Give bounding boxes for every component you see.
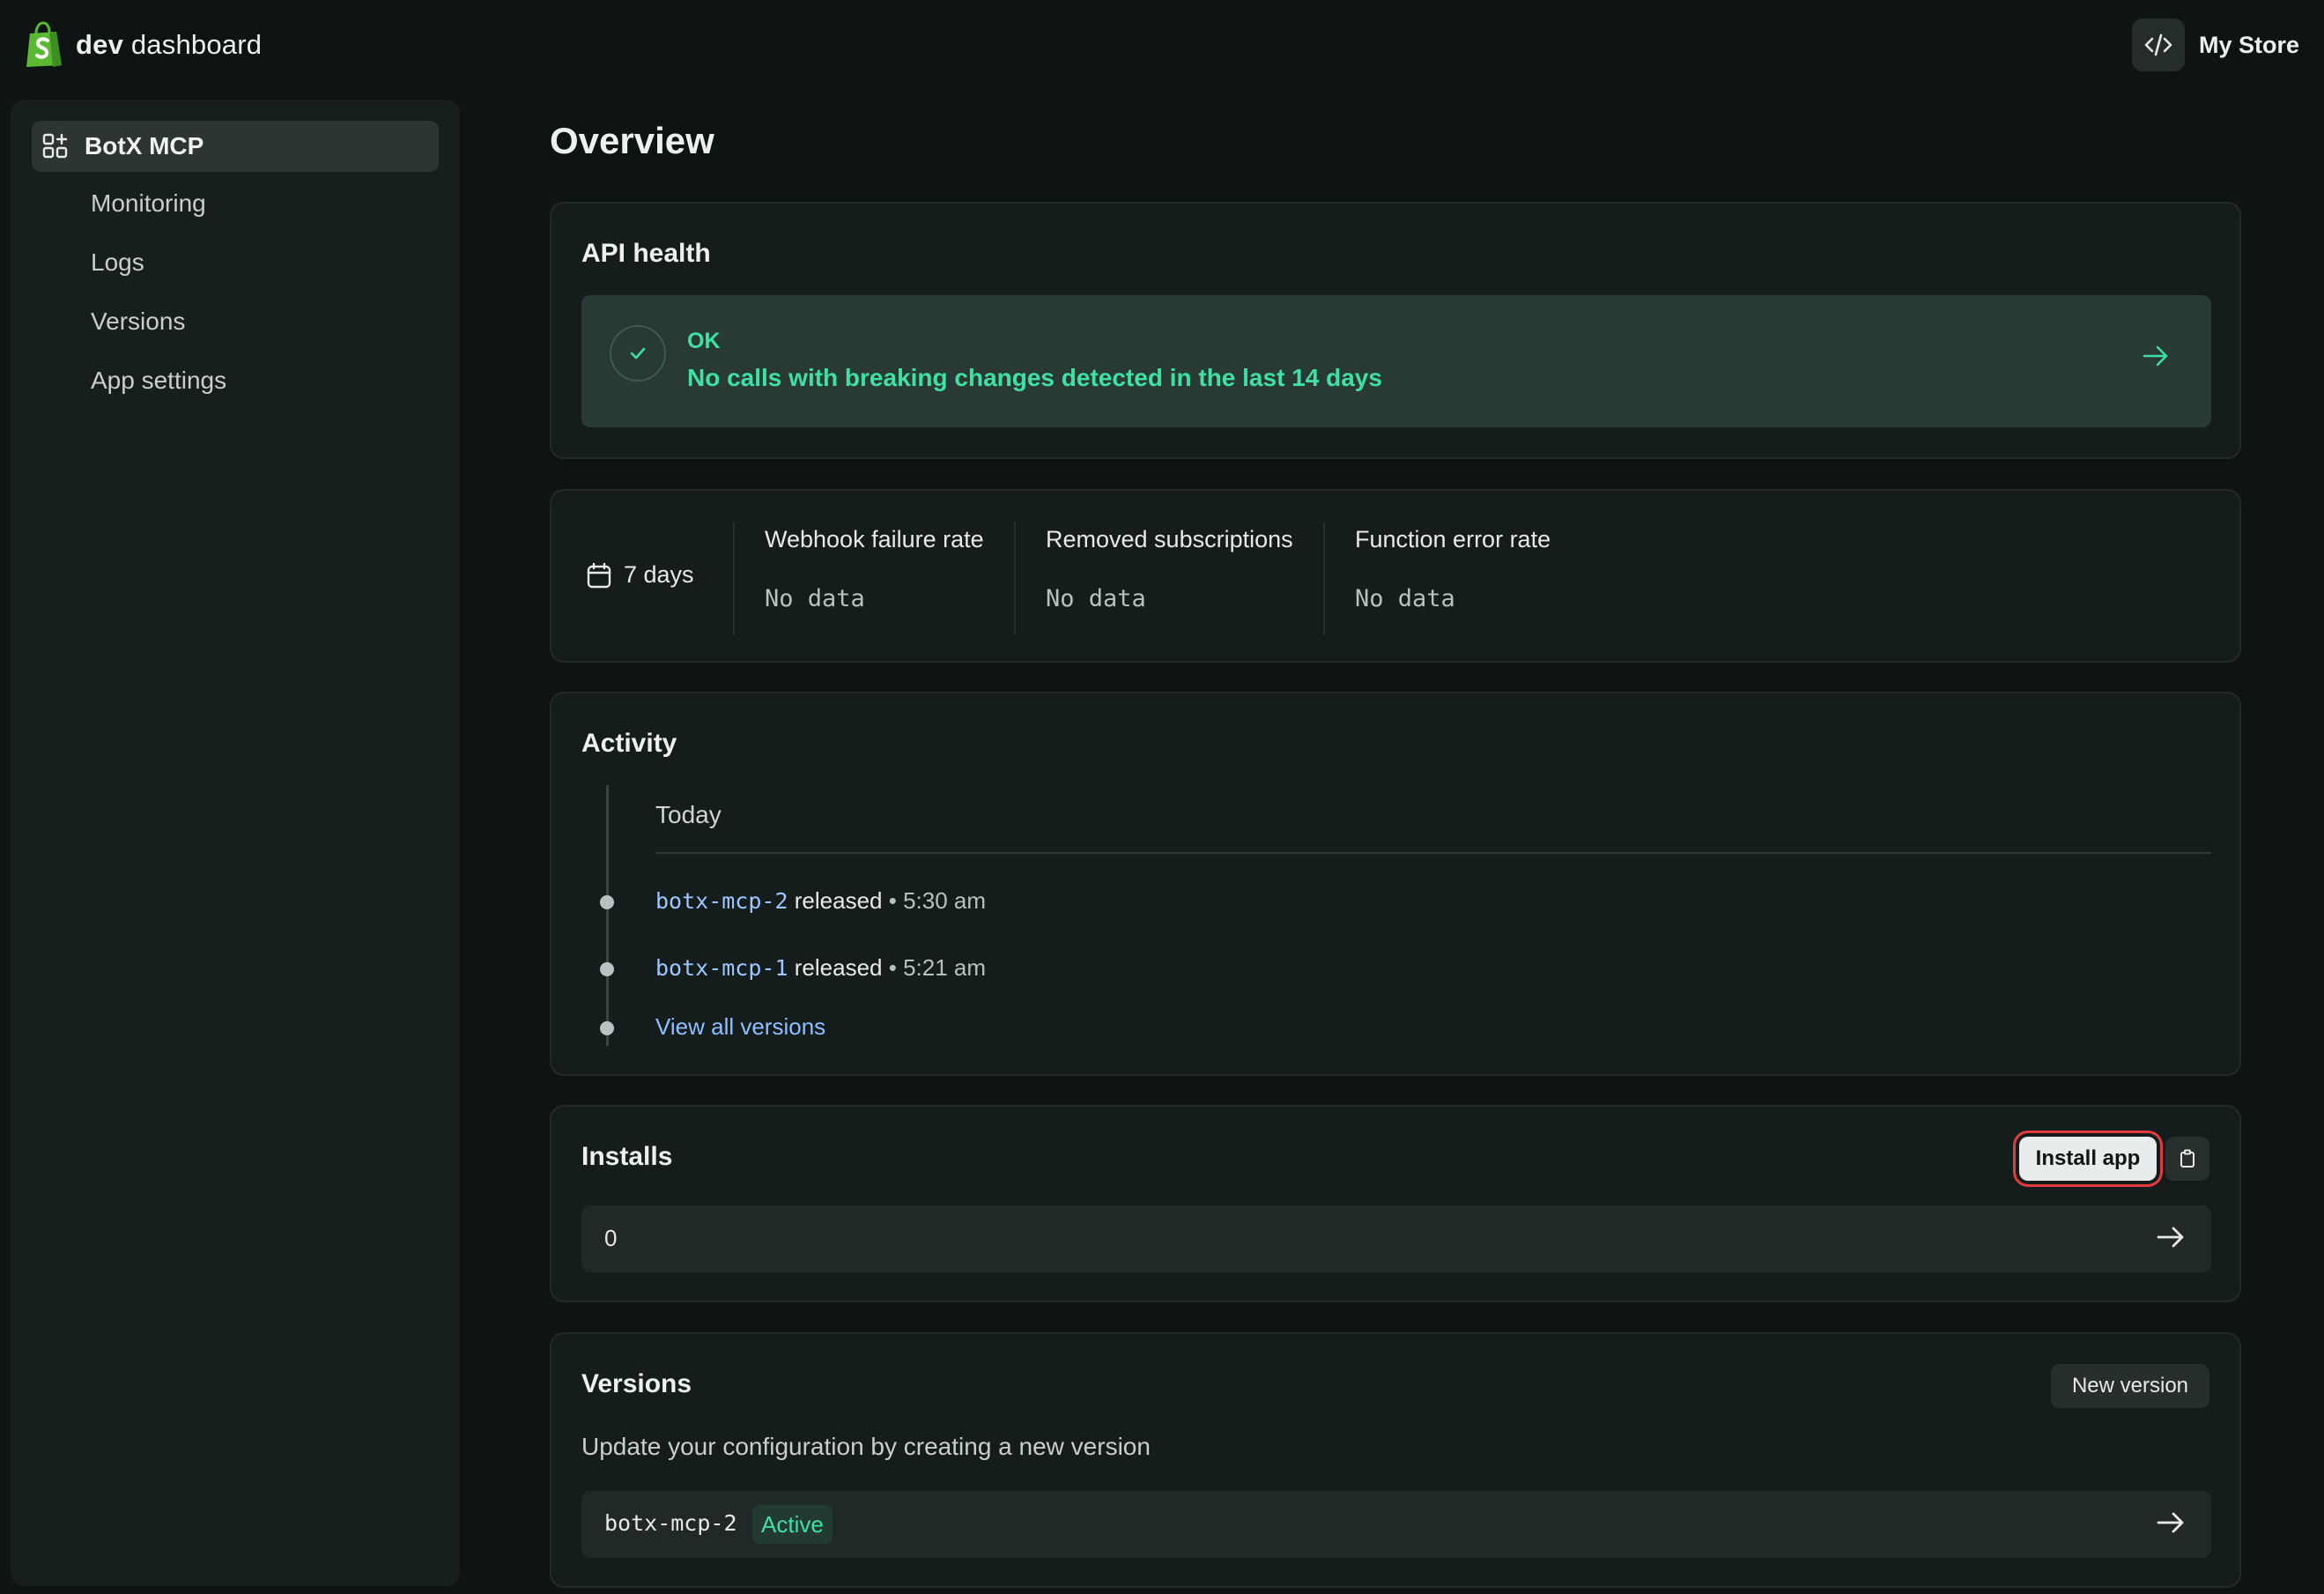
activity-action: released — [794, 887, 883, 914]
sidebar-item-logs[interactable]: Logs — [91, 248, 144, 277]
activity-event: botx-mcp-1 released • 5:21 am — [655, 954, 987, 981]
api-health-title: API health — [581, 239, 711, 268]
arrow-right-icon — [2157, 1512, 2184, 1533]
timeline-line — [606, 785, 609, 1046]
sidebar-item-monitoring[interactable]: Monitoring — [91, 189, 206, 218]
new-version-button[interactable]: New version — [2051, 1364, 2209, 1408]
api-health-status: OK — [687, 329, 721, 353]
api-health-status-box[interactable]: OK No calls with breaking changes detect… — [581, 295, 2211, 427]
api-health-card: API health OK No calls with breaking cha… — [550, 202, 2241, 459]
brand-name: dev dashboard — [76, 29, 263, 60]
activity-version-link[interactable]: botx-mcp-2 — [655, 888, 788, 914]
check-icon — [630, 347, 646, 360]
code-button[interactable] — [2131, 19, 2185, 71]
installs-card: Installs Install app 0 — [550, 1105, 2241, 1302]
divider — [655, 852, 2211, 854]
brand[interactable]: dev dashboard — [23, 21, 262, 69]
timeline-dot — [600, 895, 614, 909]
activity-day: Today — [655, 801, 722, 828]
metrics-card: 7 days Webhook failure rate No data Remo… — [550, 489, 2241, 663]
sidebar-item-app[interactable]: BotX MCP — [32, 121, 439, 172]
arrow-right-icon — [2157, 1227, 2184, 1248]
metric-function-error[interactable]: Function error rate No data — [1323, 523, 1551, 635]
clipboard-icon — [2180, 1149, 2194, 1168]
activity-action: released — [794, 954, 883, 981]
versions-subtitle: Update your configuration by creating a … — [581, 1433, 1151, 1460]
copy-button[interactable] — [2165, 1137, 2209, 1181]
status-badge: Active — [752, 1505, 833, 1544]
page-title: Overview — [550, 120, 714, 161]
activity-card: Activity Today botx-mcp-2 released • 5:3… — [550, 692, 2241, 1076]
period-label: 7 days — [624, 561, 694, 588]
current-version-row[interactable]: botx-mcp-2 Active — [581, 1491, 2211, 1558]
metric-value: No data — [1046, 585, 1146, 612]
timeline-dot — [600, 1021, 614, 1035]
install-app-button[interactable]: Install app — [2019, 1137, 2157, 1181]
version-name: botx-mcp-2 — [604, 1510, 737, 1536]
timeline-dot — [600, 962, 614, 976]
installs-title: Installs — [581, 1142, 673, 1171]
store-switcher[interactable]: My Store — [2131, 18, 2299, 72]
metric-value: No data — [1355, 585, 1455, 612]
metric-webhook-failure[interactable]: Webhook failure rate No data — [733, 523, 984, 635]
sidebar-item-app-settings[interactable]: App settings — [91, 367, 226, 395]
calendar-icon — [587, 562, 611, 588]
installs-count-row[interactable]: 0 — [581, 1205, 2211, 1272]
store-name[interactable]: My Store — [2199, 32, 2299, 59]
versions-title: Versions — [581, 1369, 692, 1398]
metric-label: Function error rate — [1355, 526, 1551, 552]
metric-value: No data — [765, 585, 865, 612]
view-all-versions-link[interactable]: View all versions — [655, 1013, 825, 1041]
activity-time: 5:21 am — [903, 954, 987, 981]
shopify-bag-icon — [26, 21, 62, 67]
sidebar: BotX MCP Monitoring Logs Versions App se… — [11, 100, 460, 1586]
activity-version-link[interactable]: botx-mcp-1 — [655, 955, 788, 981]
versions-card: Versions New version Update your configu… — [550, 1332, 2241, 1588]
activity-title: Activity — [581, 729, 677, 758]
metric-label: Webhook failure rate — [765, 526, 984, 552]
apps-grid-icon — [42, 133, 68, 159]
top-bar: dev dashboard My Store — [0, 0, 2324, 93]
period-selector[interactable]: 7 days — [587, 561, 694, 589]
installs-count: 0 — [604, 1225, 618, 1251]
activity-time: 5:30 am — [903, 887, 987, 914]
metric-label: Removed subscriptions — [1046, 526, 1293, 552]
check-circle — [610, 325, 666, 382]
arrow-right-icon — [2143, 345, 2168, 367]
sidebar-item-versions[interactable]: Versions — [91, 308, 185, 336]
sidebar-app-label: BotX MCP — [85, 132, 204, 159]
code-icon — [2144, 33, 2172, 56]
api-health-message: No calls with breaking changes detected … — [687, 364, 1382, 391]
metric-removed-subscriptions[interactable]: Removed subscriptions No data — [1014, 523, 1293, 635]
activity-event: botx-mcp-2 released • 5:30 am — [655, 887, 987, 914]
